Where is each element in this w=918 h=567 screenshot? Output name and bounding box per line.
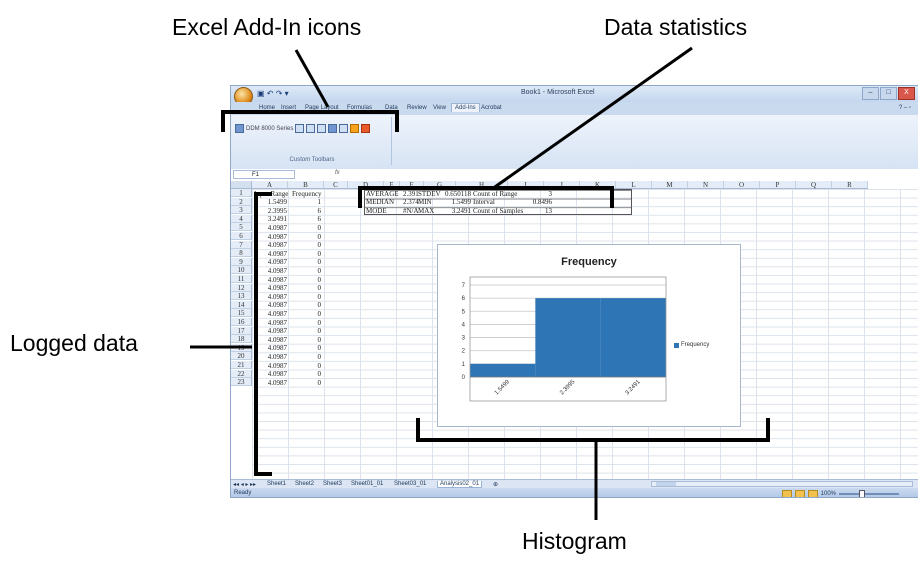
addin-pointer-line	[294, 49, 330, 108]
logged-bracket	[254, 192, 272, 476]
histogram-bracket	[416, 418, 770, 442]
annotation-overlay	[190, 46, 770, 520]
stats-pointer-line	[491, 46, 693, 191]
addin-bracket	[221, 110, 399, 132]
stats-bracket	[358, 186, 614, 208]
